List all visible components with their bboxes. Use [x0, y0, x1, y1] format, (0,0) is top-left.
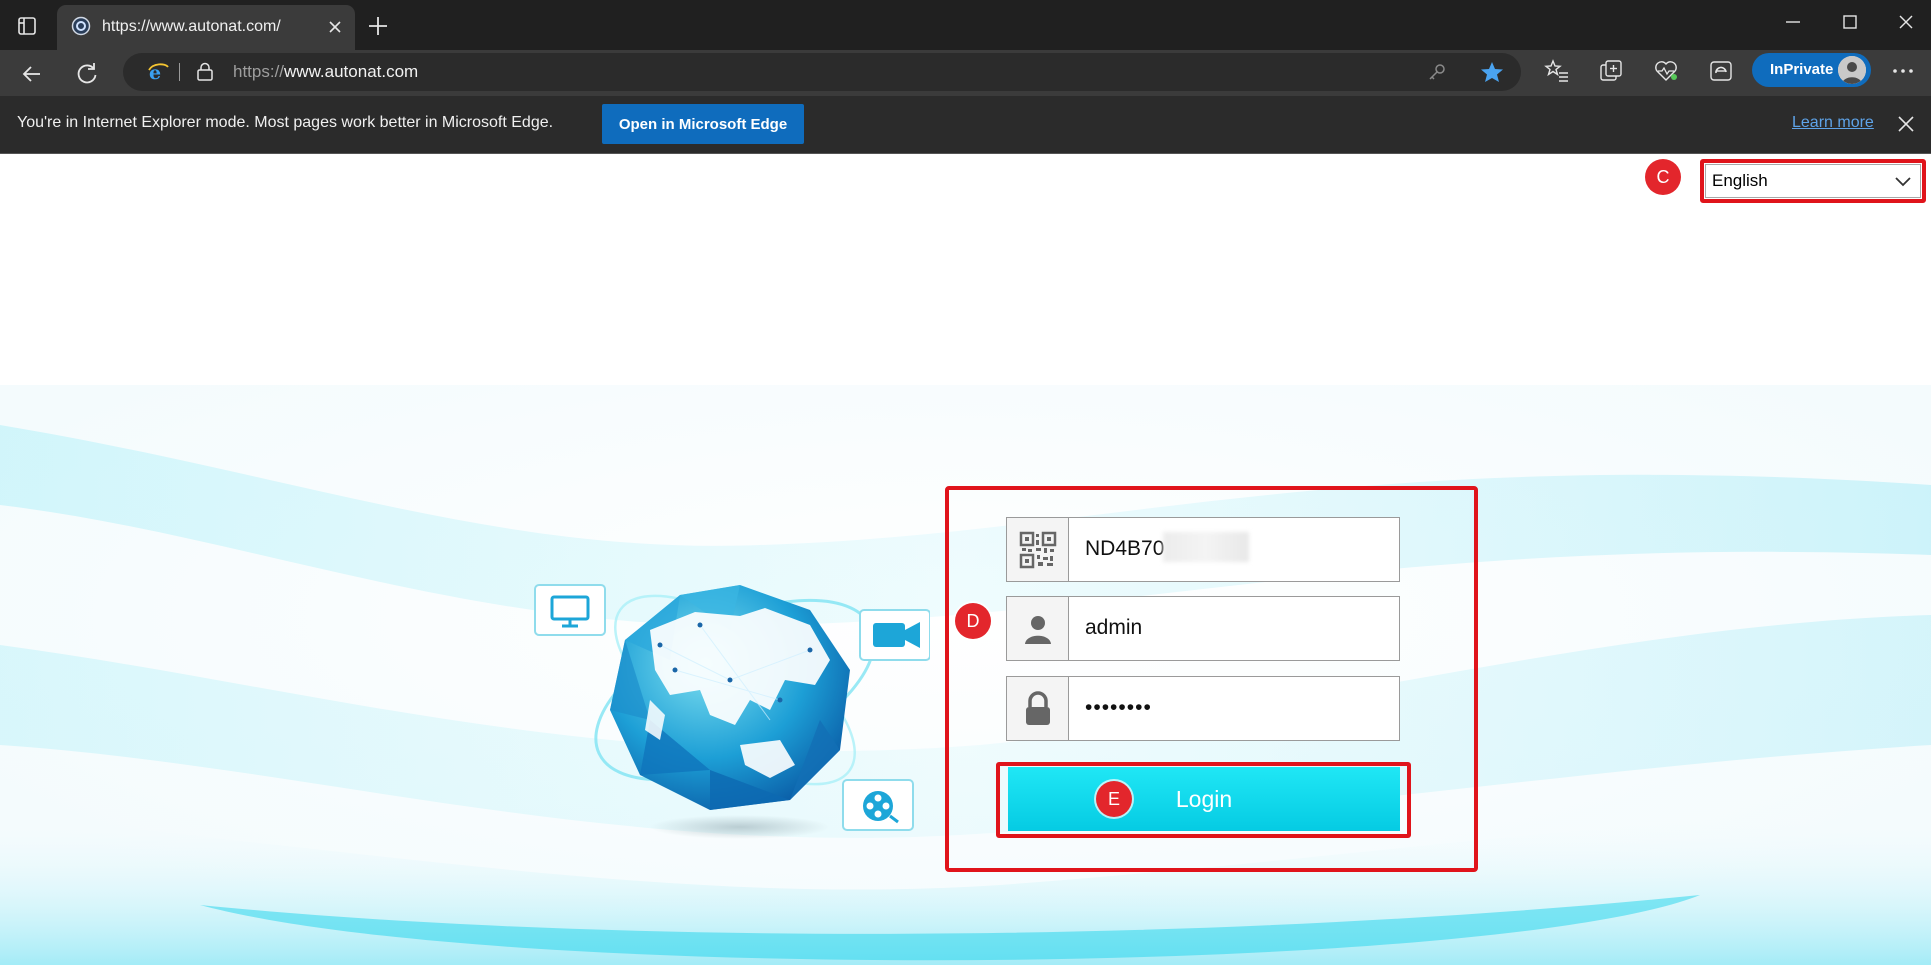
- chevron-down-icon: [1895, 177, 1911, 187]
- tab-close-icon[interactable]: [325, 17, 345, 37]
- lock-icon[interactable]: [196, 62, 214, 82]
- url-scheme: https://: [233, 62, 285, 81]
- collections-icon[interactable]: [1598, 58, 1624, 84]
- user-icon: [1024, 615, 1051, 644]
- password-icon-cell: [1007, 677, 1069, 740]
- address-separator: [179, 63, 180, 81]
- annotation-marker-e: E: [1096, 781, 1132, 817]
- globe-network-illustration: [534, 584, 930, 839]
- url-host: www.autonat.com: [284, 62, 419, 81]
- device-id-field[interactable]: ND4B70: [1006, 517, 1400, 582]
- more-options-icon[interactable]: [1890, 59, 1916, 83]
- qr-code-icon: [1019, 531, 1056, 568]
- window-close-icon[interactable]: [1888, 8, 1924, 36]
- username-icon-cell: [1007, 597, 1069, 660]
- ie-mode-infobar: You're in Internet Explorer mode. Most p…: [0, 96, 1931, 154]
- back-icon[interactable]: [18, 60, 46, 88]
- tab-actions-icon[interactable]: [14, 13, 40, 39]
- login-label: Login: [1175, 785, 1233, 812]
- device-id-value: ND4B70: [1085, 537, 1165, 560]
- url-text[interactable]: https://www.autonat.com: [233, 62, 418, 82]
- browser-essentials-icon[interactable]: [1653, 58, 1679, 84]
- refresh-icon[interactable]: [73, 60, 101, 88]
- learn-more-link[interactable]: Learn more: [1792, 114, 1874, 132]
- internet-explorer-icon: e: [148, 62, 169, 82]
- tab-bar: https://www.autonat.com/: [0, 0, 1931, 50]
- infobar-close-icon[interactable]: [1895, 113, 1917, 135]
- password-value: ••••••••: [1085, 696, 1152, 719]
- login-button[interactable]: Login: [1008, 767, 1400, 831]
- annotation-marker-c: C: [1645, 159, 1681, 195]
- padlock-icon: [1025, 690, 1050, 725]
- password-field[interactable]: ••••••••: [1006, 676, 1400, 741]
- inprivate-label: InPrivate: [1770, 61, 1834, 78]
- language-select[interactable]: English: [1705, 164, 1921, 198]
- profile-avatar: [1838, 56, 1866, 84]
- inprivate-button[interactable]: InPrivate: [1752, 53, 1871, 87]
- redacted-text-blur: [1163, 532, 1249, 562]
- annotation-marker-d: D: [955, 603, 991, 639]
- language-selected-value: English: [1712, 171, 1768, 190]
- maximize-icon[interactable]: [1832, 8, 1868, 36]
- username-field[interactable]: admin: [1006, 596, 1400, 661]
- browser-window: https://www.autonat.com/ e https://www.a…: [0, 0, 1931, 969]
- minimize-icon[interactable]: [1775, 8, 1811, 36]
- tab-title: https://www.autonat.com/: [102, 18, 281, 35]
- monitor-icon: [534, 584, 606, 636]
- device-id-icon-cell: [1007, 518, 1069, 581]
- address-bar[interactable]: e https://www.autonat.com: [123, 53, 1521, 91]
- film-reel-icon: [842, 779, 914, 831]
- key-icon[interactable]: [1427, 62, 1447, 82]
- username-value: admin: [1085, 616, 1143, 639]
- new-tab-icon[interactable]: [365, 13, 391, 39]
- infobar-message: You're in Internet Explorer mode. Most p…: [17, 114, 554, 131]
- browser-toolbar: e https://www.autonat.com InPrivate: [0, 50, 1931, 96]
- web-page: English C D ND4B70 admin •••••••• Login …: [0, 155, 1931, 969]
- site-favicon-icon: [71, 16, 91, 36]
- video-camera-icon: [859, 609, 930, 661]
- open-in-edge-button[interactable]: Open in Microsoft Edge: [602, 104, 804, 144]
- profile-person-icon: [1838, 56, 1866, 84]
- active-tab[interactable]: https://www.autonat.com/: [57, 5, 355, 50]
- favorites-list-icon[interactable]: [1544, 58, 1570, 84]
- favorite-star-icon[interactable]: [1480, 61, 1504, 83]
- ie-mode-icon[interactable]: [1708, 58, 1734, 84]
